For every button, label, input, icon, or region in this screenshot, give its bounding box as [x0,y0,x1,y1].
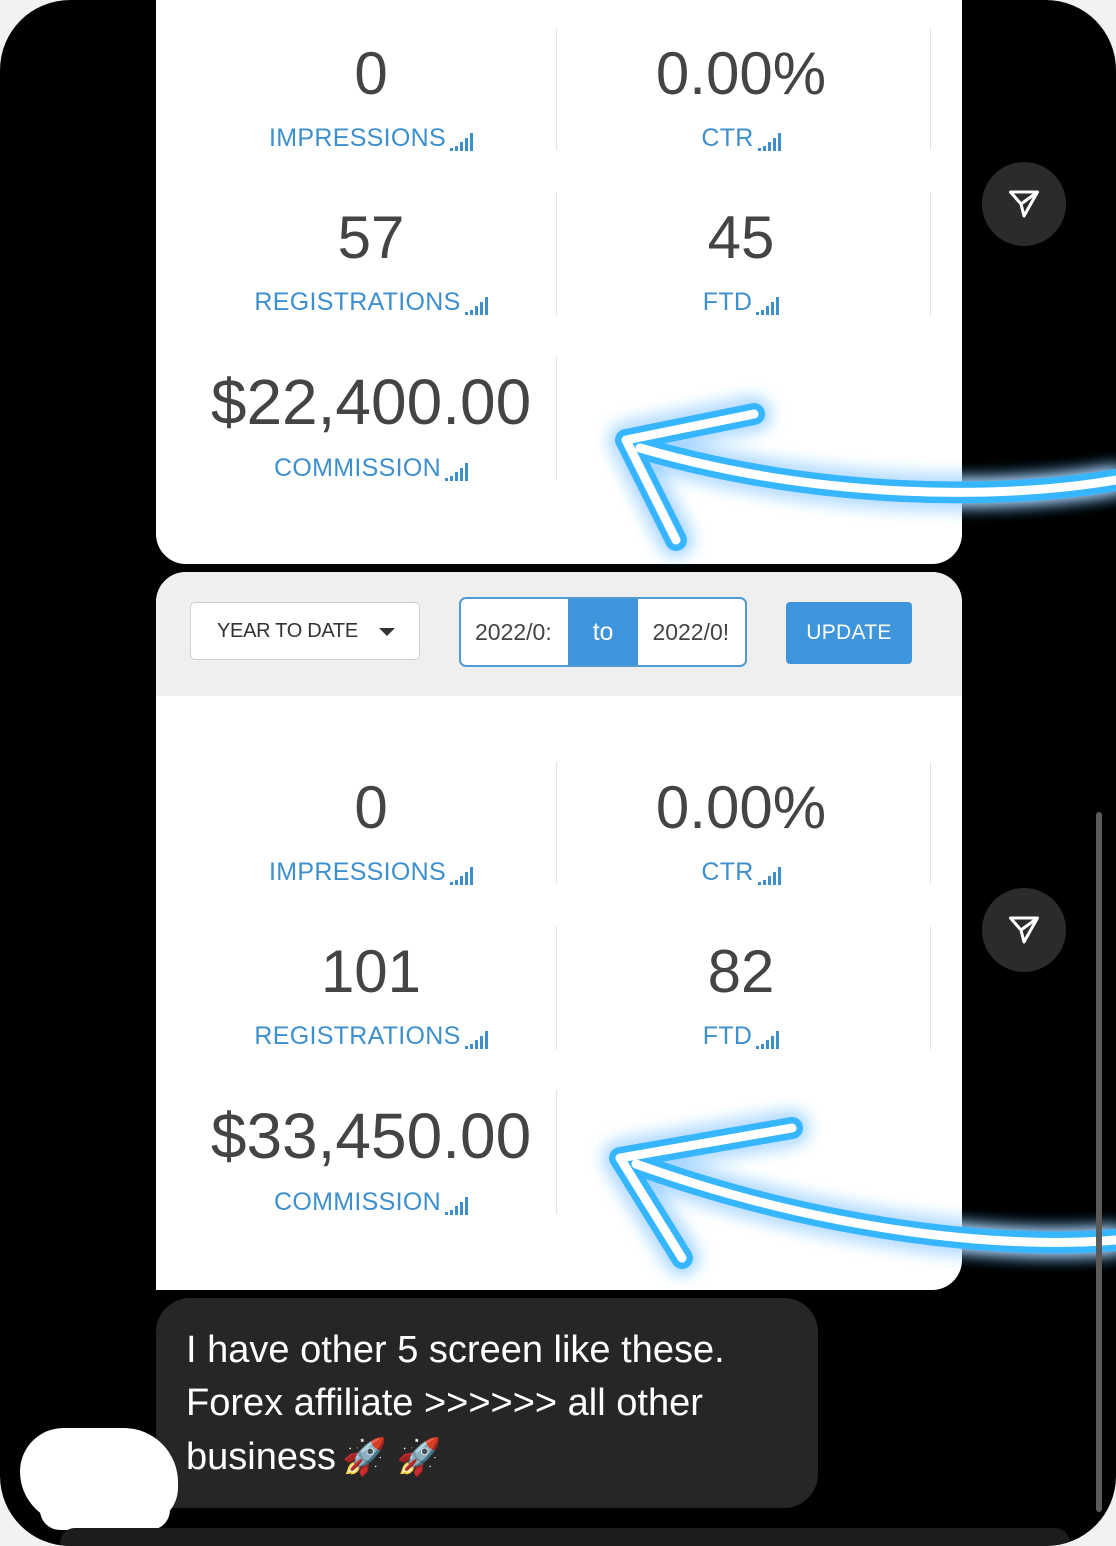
signal-bars-icon [757,867,781,885]
signal-bars-icon [449,867,473,885]
message-line: business [186,1436,336,1478]
message-text: I have other 5 screen like these. Forex … [186,1324,806,1484]
ftd-label: FTD [702,288,753,316]
commission-metric[interactable]: $22,400.00 COMMISSION [186,370,556,483]
scrollbar[interactable] [1096,812,1102,1512]
divider [930,192,931,316]
paper-plane-icon [1009,916,1039,944]
divider [556,192,557,316]
signal-bars-icon [464,297,488,315]
date-to-input[interactable]: 2022/0! [638,599,745,665]
commission-value: $22,400.00 [210,366,532,438]
period-select-value: YEAR TO DATE [217,619,358,642]
registrations-metric[interactable]: 57 REGISTRATIONS [206,208,536,317]
share-button[interactable] [982,888,1066,972]
signal-bars-icon [464,1031,488,1049]
update-button[interactable]: UPDATE [786,602,912,664]
ftd-label: FTD [702,1022,753,1050]
divider [556,762,557,884]
date-filter-toolbar: YEAR TO DATE 2022/0: to 2022/0! UPDATE [156,572,962,696]
ctr-value: 0.00% [655,774,827,841]
divider [930,762,931,884]
message-line: Forex affiliate >>>>>> all other [186,1382,703,1424]
signal-bars-icon [444,463,468,481]
ctr-label: CTR [701,124,754,152]
signal-bars-icon [756,297,780,315]
date-range: 2022/0: to 2022/0! [459,597,747,667]
redacted-avatar [40,1490,170,1530]
divider [930,28,931,150]
message-input-bar[interactable] [60,1528,1070,1546]
date-range-separator: to [567,599,639,665]
paper-plane-icon [1009,190,1039,218]
registrations-label: REGISTRATIONS [254,288,461,316]
commission-label: COMMISSION [274,454,441,482]
stats-card-top: 0 IMPRESSIONS 0.00% CTR 57 REGISTRATIONS… [156,0,962,564]
divider [556,356,557,480]
ctr-label: CTR [701,858,754,886]
share-button[interactable] [982,162,1066,246]
divider [930,926,931,1050]
message-line: I have other 5 screen like these. [186,1329,725,1371]
signal-bars-icon [449,133,473,151]
period-select[interactable]: YEAR TO DATE [190,602,420,660]
signal-bars-icon [756,1031,780,1049]
ctr-metric[interactable]: 0.00% CTR [576,778,906,887]
registrations-metric[interactable]: 101 REGISTRATIONS [206,942,536,1051]
registrations-value: 101 [320,938,422,1005]
ctr-metric[interactable]: 0.00% CTR [576,44,906,153]
divider [556,926,557,1050]
impressions-label: IMPRESSIONS [269,858,446,886]
registrations-value: 57 [337,204,405,271]
signal-bars-icon [757,133,781,151]
ftd-metric[interactable]: 82 FTD [576,942,906,1051]
rocket-emoji: 🚀 🚀 [341,1436,442,1477]
divider [556,1090,557,1214]
screenshot-frame: 0 IMPRESSIONS 0.00% CTR 57 REGISTRATIONS… [0,0,1116,1546]
ftd-value: 82 [707,938,775,1005]
divider [556,28,557,150]
ctr-value: 0.00% [655,40,827,107]
commission-value: $33,450.00 [210,1100,532,1172]
message-bubble[interactable]: I have other 5 screen like these. Forex … [156,1298,818,1508]
commission-label: COMMISSION [274,1188,441,1216]
commission-metric[interactable]: $33,450.00 COMMISSION [186,1104,556,1217]
impressions-label: IMPRESSIONS [269,124,446,152]
impressions-metric[interactable]: 0 IMPRESSIONS [206,778,536,887]
impressions-metric[interactable]: 0 IMPRESSIONS [206,44,536,153]
stats-card-bottom: YEAR TO DATE 2022/0: to 2022/0! UPDATE 0… [156,572,962,1290]
impressions-value: 0 [354,40,388,107]
ftd-value: 45 [707,204,775,271]
chevron-down-icon [379,628,395,636]
ftd-metric[interactable]: 45 FTD [576,208,906,317]
registrations-label: REGISTRATIONS [254,1022,461,1050]
date-from-input[interactable]: 2022/0: [461,599,568,665]
signal-bars-icon [444,1197,468,1215]
impressions-value: 0 [354,774,388,841]
